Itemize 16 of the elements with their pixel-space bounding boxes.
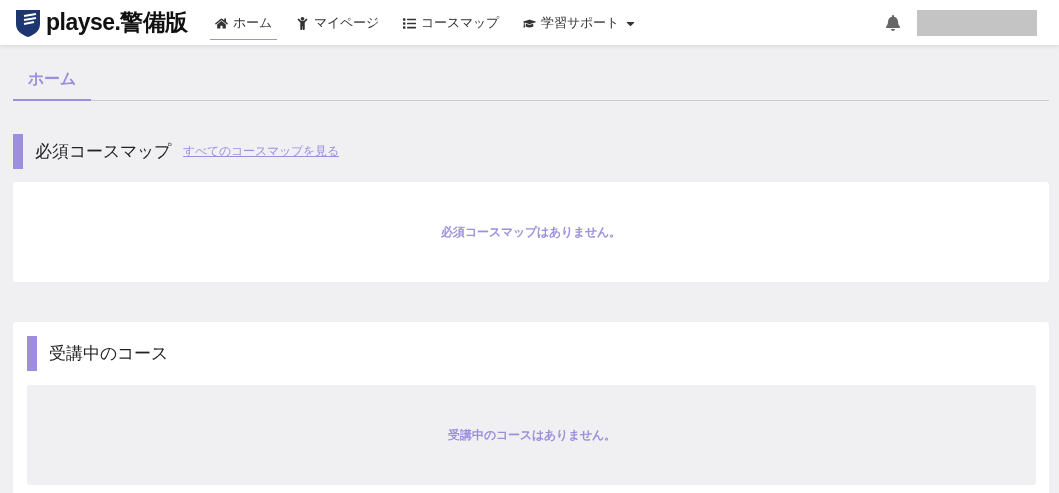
empty-message: 受講中のコースはありません。 — [447, 426, 616, 444]
section-accent — [27, 336, 37, 371]
list-icon — [403, 16, 416, 30]
home-icon — [215, 16, 228, 30]
brand-logo: playse.警備版 — [46, 8, 188, 37]
nav-link[interactable]: ホーム — [210, 5, 277, 40]
empty-message: 必須コースマップはありません。 — [441, 223, 621, 241]
section-accent — [13, 134, 23, 169]
nav-link[interactable]: 学習サポート — [518, 5, 642, 40]
shield-logo-icon — [14, 7, 42, 38]
section-title: 受講中のコース — [49, 342, 168, 365]
person-icon — [296, 16, 309, 30]
nav-link[interactable]: マイページ — [291, 5, 384, 40]
bell-icon[interactable] — [885, 14, 901, 31]
nav-link[interactable]: コースマップ — [398, 5, 504, 40]
section-title: 必須コースマップ — [35, 140, 171, 163]
